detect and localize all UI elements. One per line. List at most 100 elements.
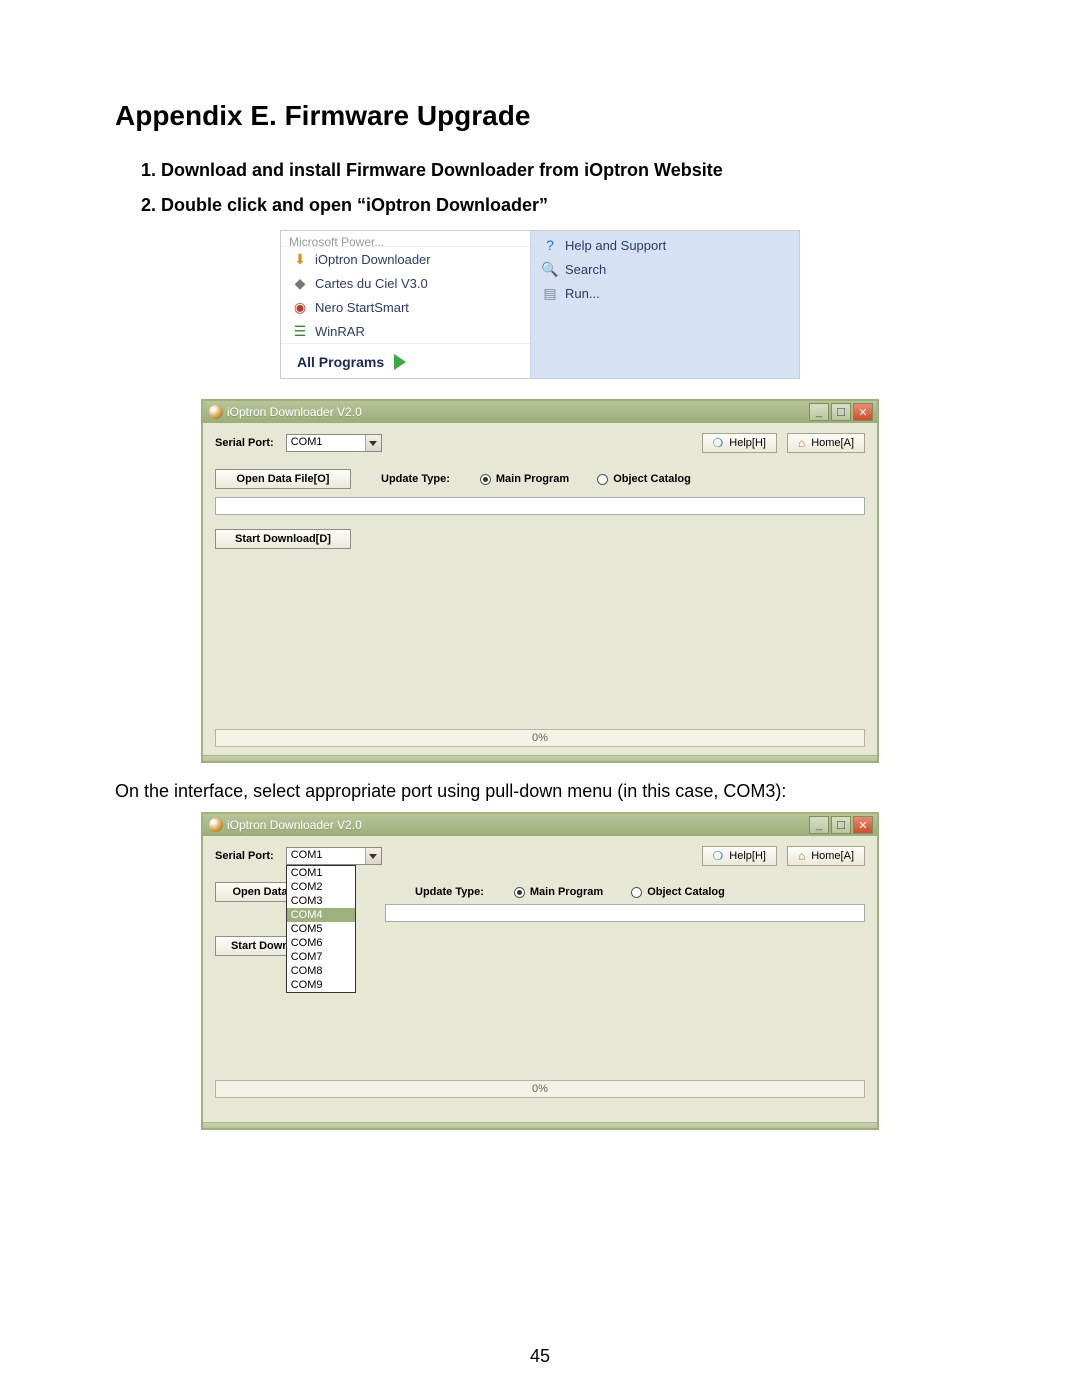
downloader-window: iOptron Downloader V2.0 _ ☐ ✕ Serial Por… xyxy=(201,399,879,763)
com-option[interactable]: COM5 xyxy=(287,922,355,936)
maximize-button[interactable]: ☐ xyxy=(831,403,851,421)
home-button-label: Home[A] xyxy=(811,850,854,862)
title-bar: iOptron Downloader V2.0 _ ☐ ✕ xyxy=(203,814,877,836)
help-button[interactable]: ❍ Help[H] xyxy=(702,433,777,453)
radio-main-program[interactable]: Main Program xyxy=(514,886,603,898)
start-menu-item[interactable]: ☰ WinRAR xyxy=(281,319,530,343)
action-icon: 🔍 xyxy=(541,260,559,278)
data-file-path-field[interactable] xyxy=(215,497,865,515)
help-icon: ❍ xyxy=(713,436,724,450)
serial-port-label: Serial Port: xyxy=(215,437,274,449)
start-menu-screenshot: Microsoft Power... ⬇iOptron Downloader ◆ C… xyxy=(280,230,800,379)
start-download-button[interactable]: Start Download[D] xyxy=(215,529,351,549)
home-icon: ⌂ xyxy=(798,849,805,863)
start-menu-item-label: Help and Support xyxy=(565,238,666,253)
window-buttons: _ ☐ ✕ xyxy=(809,816,873,834)
radio-object-catalog[interactable]: Object Catalog xyxy=(597,473,691,485)
maximize-button[interactable]: ☐ xyxy=(831,816,851,834)
serial-port-value: COM1 xyxy=(287,435,365,451)
com-option[interactable]: COM9 xyxy=(287,978,355,992)
com-option[interactable]: COM3 xyxy=(287,894,355,908)
start-menu-item-label: Cartes du Ciel V3.0 xyxy=(315,276,428,291)
step-1: 1. Download and install Firmware Downloa… xyxy=(115,160,965,181)
status-bar xyxy=(203,1122,877,1128)
title-bar: iOptron Downloader V2.0 _ ☐ ✕ xyxy=(203,401,877,423)
progress-value: 0% xyxy=(532,732,548,744)
window-title: iOptron Downloader V2.0 xyxy=(227,818,362,832)
start-menu-item[interactable]: ◆ Cartes du Ciel V3.0 xyxy=(281,271,530,295)
window-title: iOptron Downloader V2.0 xyxy=(227,405,362,419)
close-button[interactable]: ✕ xyxy=(853,816,873,834)
radio-main-label: Main Program xyxy=(496,473,569,485)
empty-area xyxy=(215,557,865,725)
start-menu-item-label: WinRAR xyxy=(315,324,365,339)
com-option[interactable]: COM2 xyxy=(287,880,355,894)
com-option[interactable]: COM6 xyxy=(287,936,355,950)
program-icon: ◉ xyxy=(291,298,309,316)
serial-port-dropdown[interactable]: COM1COM2COM3COM4COM5COM6COM7COM8COM9 xyxy=(286,865,356,993)
all-programs-label: All Programs xyxy=(297,354,384,370)
serial-port-label: Serial Port: xyxy=(215,850,274,862)
com-option[interactable]: COM1 xyxy=(287,866,355,880)
start-menu-item[interactable]: ▤ Run... xyxy=(531,281,799,305)
update-type-label: Update Type: xyxy=(415,886,484,898)
radio-catalog-label: Object Catalog xyxy=(647,886,725,898)
app-icon xyxy=(209,818,223,832)
home-button[interactable]: ⌂ Home[A] xyxy=(787,846,865,866)
radio-dot-icon xyxy=(514,887,525,898)
home-button[interactable]: ⌂ Home[A] xyxy=(787,433,865,453)
close-button[interactable]: ✕ xyxy=(853,403,873,421)
program-icon: ☰ xyxy=(291,322,309,340)
radio-dot-icon xyxy=(597,474,608,485)
update-type-radio-group: Main Program Object Catalog xyxy=(480,473,691,485)
progress-bar: 0% xyxy=(215,729,865,747)
page-number: 45 xyxy=(0,1346,1080,1367)
start-menu-item-label: iOptron Downloader xyxy=(315,252,431,267)
minimize-button[interactable]: _ xyxy=(809,816,829,834)
minimize-button[interactable]: _ xyxy=(809,403,829,421)
start-menu-left-pane: Microsoft Power... ⬇iOptron Downloader ◆ C… xyxy=(281,231,531,378)
app-icon xyxy=(209,405,223,419)
window-buttons: _ ☐ ✕ xyxy=(809,403,873,421)
open-data-file-button[interactable]: Open Data File[O] xyxy=(215,469,351,489)
update-type-radio-group: Main Program Object Catalog xyxy=(514,886,725,898)
radio-dot-icon xyxy=(480,474,491,485)
com-option[interactable]: COM7 xyxy=(287,950,355,964)
start-menu-item[interactable]: ◉ Nero StartSmart xyxy=(281,295,530,319)
data-file-path-field[interactable] xyxy=(385,904,865,922)
start-menu-item-label: Search xyxy=(565,262,606,277)
start-menu-all-programs[interactable]: All Programs xyxy=(281,343,530,378)
com-option[interactable]: COM8 xyxy=(287,964,355,978)
start-menu-item[interactable]: ⬇iOptron Downloader xyxy=(281,247,530,271)
start-menu-item[interactable]: 🔍 Search xyxy=(531,257,799,281)
update-type-label: Update Type: xyxy=(381,473,450,485)
status-bar xyxy=(203,755,877,761)
start-menu-item[interactable]: ?Help and Support xyxy=(531,233,799,257)
serial-port-value: COM1 xyxy=(287,848,365,864)
serial-port-combo[interactable]: COM1 xyxy=(286,434,382,452)
action-icon: ▤ xyxy=(541,284,559,302)
radio-main-label: Main Program xyxy=(530,886,603,898)
home-icon: ⌂ xyxy=(798,436,805,450)
start-menu-item-label: Run... xyxy=(565,286,600,301)
step-2: 2. Double click and open “iOptron Downlo… xyxy=(115,195,965,216)
help-button-label: Help[H] xyxy=(729,850,766,862)
radio-catalog-label: Object Catalog xyxy=(613,473,691,485)
combo-arrow-icon xyxy=(365,435,381,451)
com-option[interactable]: COM4 xyxy=(287,908,355,922)
page-heading: Appendix E. Firmware Upgrade xyxy=(115,100,965,132)
start-menu-item-label: Nero StartSmart xyxy=(315,300,409,315)
start-menu-truncated-item: Microsoft Power... xyxy=(281,233,530,247)
help-icon: ❍ xyxy=(713,849,724,863)
downloader-window-dropdown: iOptron Downloader V2.0 _ ☐ ✕ Serial Por… xyxy=(201,812,879,1130)
radio-main-program[interactable]: Main Program xyxy=(480,473,569,485)
home-button-label: Home[A] xyxy=(811,437,854,449)
radio-object-catalog[interactable]: Object Catalog xyxy=(631,886,725,898)
chevron-right-icon xyxy=(394,354,406,370)
program-icon: ◆ xyxy=(291,274,309,292)
help-button-label: Help[H] xyxy=(729,437,766,449)
help-button[interactable]: ❍ Help[H] xyxy=(702,846,777,866)
start-menu-right-pane: ?Help and Support 🔍 Search ▤ Run... xyxy=(531,231,799,378)
serial-port-combo-open[interactable]: COM1 COM1COM2COM3COM4COM5COM6COM7COM8COM… xyxy=(286,847,382,865)
instruction-text: On the interface, select appropriate por… xyxy=(115,781,965,802)
